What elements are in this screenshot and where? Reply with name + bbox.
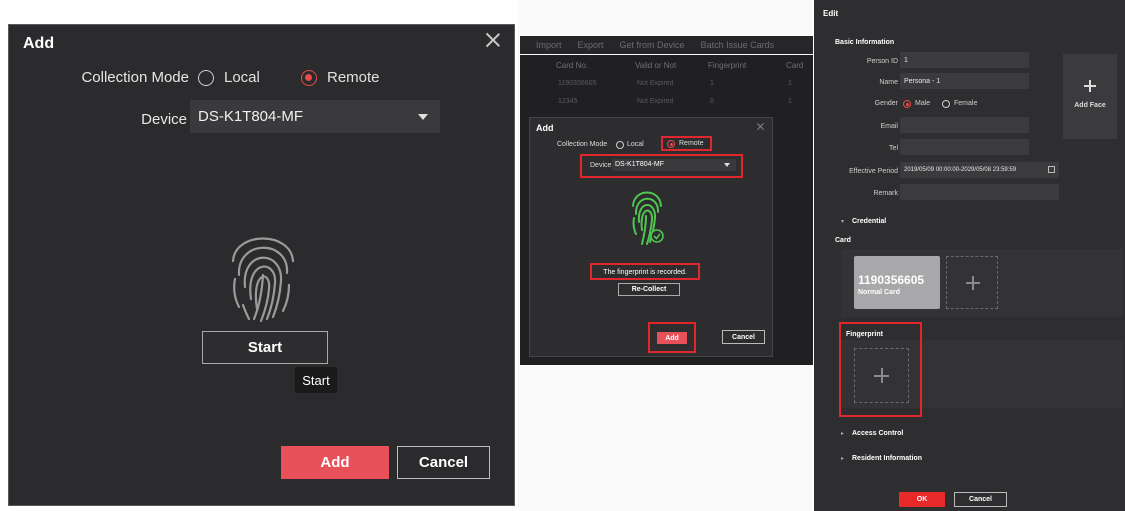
- email-label: Email: [880, 123, 898, 130]
- access-control-heading[interactable]: Access Control: [852, 430, 903, 437]
- cancel-button[interactable]: Cancel: [397, 446, 490, 479]
- device-select[interactable]: DS-K1T804-MF: [190, 100, 440, 133]
- device-label: Device: [590, 162, 612, 169]
- add-face-button[interactable]: Add Face: [1063, 54, 1117, 139]
- remark-field[interactable]: [900, 184, 1059, 200]
- plus-icon: [1084, 80, 1096, 92]
- cell-card: 1: [788, 80, 792, 87]
- plus-icon: [874, 368, 889, 383]
- ok-button[interactable]: OK: [899, 492, 945, 507]
- name-field[interactable]: Persona - 1: [900, 73, 1029, 89]
- radio-female-label: Female: [954, 100, 978, 107]
- cancel-button[interactable]: Cancel: [722, 330, 765, 344]
- person-id-label: Person ID: [866, 58, 898, 65]
- gender-label: Gender: [874, 100, 898, 107]
- export-button[interactable]: Export: [578, 40, 604, 50]
- close-icon[interactable]: [484, 31, 502, 49]
- radio-remote[interactable]: [301, 70, 317, 86]
- collection-mode-label: Collection Mode: [557, 141, 608, 148]
- radio-remote-label: Remote: [679, 140, 704, 147]
- device-select[interactable]: DS-K1T804-MF: [612, 159, 736, 171]
- cell-card-no: 12345: [558, 98, 578, 105]
- add-button[interactable]: Add: [281, 446, 389, 479]
- recollect-button[interactable]: Re-Collect: [618, 283, 680, 296]
- card-item[interactable]: 1190356605 Normal Card: [854, 256, 940, 309]
- start-tooltip: Start: [295, 367, 337, 393]
- radio-remote[interactable]: [667, 140, 675, 148]
- screen: Add Collection Mode Local Remote Device …: [0, 0, 1125, 511]
- radio-local-label: Local: [224, 69, 260, 86]
- cancel-button[interactable]: Cancel: [954, 492, 1007, 507]
- table-row[interactable]: 12345 Not Expired 0 1: [520, 98, 813, 110]
- radio-female[interactable]: [942, 100, 950, 108]
- tel-label: Tel: [889, 145, 898, 152]
- basic-info-heading: Basic Information: [835, 39, 895, 46]
- add-fingerprint-dialog: Add Collection Mode Local Remote Device …: [8, 24, 515, 506]
- close-icon[interactable]: [756, 122, 764, 130]
- cell-card: 1: [788, 98, 792, 105]
- cell-card-no: 1190356605: [558, 80, 597, 87]
- edit-person-panel: Edit Basic Information Person ID 1 Name …: [814, 0, 1125, 511]
- recorded-message: The fingerprint is recorded.: [603, 268, 687, 276]
- header-valid: Valid or Not: [635, 61, 677, 70]
- fingerprint-heading: Fingerprint: [846, 331, 883, 338]
- start-button[interactable]: Start: [202, 331, 328, 364]
- email-field[interactable]: [900, 117, 1029, 133]
- add-button[interactable]: Add: [657, 332, 687, 344]
- chevron-right-icon[interactable]: ▸: [841, 430, 844, 437]
- person-toolbar: Import Export Get from Device Batch Issu…: [520, 36, 813, 54]
- add-fingerprint-dialog-small: Add Collection Mode Local Remote Device …: [529, 117, 773, 357]
- device-label: Device: [141, 111, 187, 128]
- chevron-right-icon[interactable]: ▸: [841, 455, 844, 462]
- device-value: DS-K1T804-MF: [198, 108, 304, 125]
- card-heading: Card: [835, 237, 851, 244]
- check-icon: [650, 229, 664, 243]
- radio-local[interactable]: [198, 70, 214, 86]
- fingerprint-icon: [231, 237, 295, 323]
- table-header: Card No. Valid or Not Fingerprint Card: [520, 58, 813, 72]
- remark-label: Remark: [873, 190, 898, 197]
- cell-fingerprint: 0: [710, 98, 714, 105]
- effective-period-label: Effective Period: [849, 168, 898, 175]
- card-type: Normal Card: [858, 289, 901, 296]
- calendar-icon[interactable]: [1048, 166, 1055, 173]
- cell-fingerprint: 1: [710, 80, 714, 87]
- tel-field[interactable]: [900, 139, 1029, 155]
- dialog-title: Add: [23, 35, 55, 52]
- fingerprint-icon: [632, 191, 664, 245]
- cell-valid: Not Expired: [637, 98, 674, 105]
- add-face-label: Add Face: [1074, 102, 1106, 109]
- header-fingerprint: Fingerprint: [708, 61, 747, 70]
- header-card: Card: [786, 61, 804, 70]
- cell-valid: Not Expired: [637, 80, 674, 87]
- resident-info-heading[interactable]: Resident Information: [852, 455, 922, 462]
- chevron-down-icon: [418, 114, 428, 120]
- radio-remote-label: Remote: [327, 69, 380, 86]
- chevron-down-icon: [724, 163, 730, 167]
- add-card-button[interactable]: [946, 256, 998, 309]
- batch-issue-cards-button[interactable]: Batch Issue Cards: [701, 40, 775, 50]
- radio-local[interactable]: [616, 141, 624, 149]
- effective-period-value: 2019/05/09 00:00:00-2029/05/08 23:59:59: [904, 167, 1017, 173]
- effective-period-field[interactable]: 2019/05/09 00:00:00-2029/05/08 23:59:59: [900, 162, 1059, 178]
- credential-heading[interactable]: Credential: [852, 218, 886, 225]
- plus-icon: [966, 276, 980, 290]
- panel-title: Edit: [823, 9, 839, 18]
- table-row[interactable]: 1190356605 Not Expired 1 1: [520, 80, 813, 92]
- radio-male[interactable]: [903, 100, 911, 108]
- dialog-title: Add: [536, 123, 554, 133]
- radio-male-label: Male: [915, 100, 931, 107]
- import-button[interactable]: Import: [536, 40, 562, 50]
- name-label: Name: [879, 79, 898, 86]
- header-card-no: Card No.: [556, 61, 589, 70]
- device-value: DS-K1T804-MF: [615, 161, 665, 168]
- chevron-down-icon[interactable]: ▾: [841, 218, 844, 225]
- collection-mode-label: Collection Mode: [81, 69, 189, 86]
- card-number: 1190356605: [858, 273, 925, 287]
- radio-local-label: Local: [627, 141, 644, 148]
- get-from-device-button[interactable]: Get from Device: [620, 40, 685, 50]
- add-fingerprint-button[interactable]: [854, 348, 909, 403]
- person-id-field[interactable]: 1: [900, 52, 1029, 68]
